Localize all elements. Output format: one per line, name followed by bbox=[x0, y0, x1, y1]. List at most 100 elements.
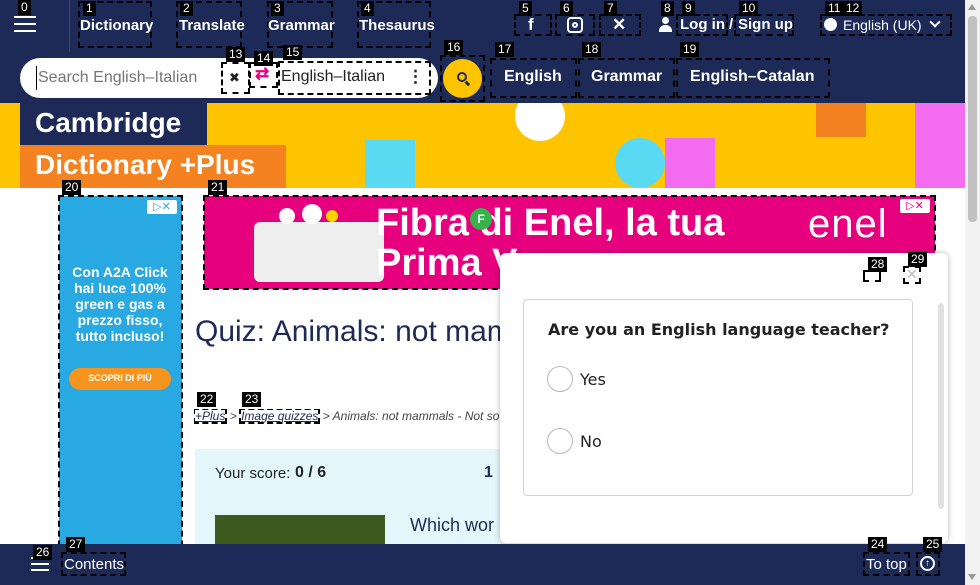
left-ad-button[interactable]: SCOPRI DI PIÙ bbox=[69, 368, 171, 390]
dict-tab-grammar[interactable]: Grammar bbox=[578, 58, 675, 98]
nav-translate-label: Translate bbox=[179, 17, 245, 34]
index-tag: 19 bbox=[680, 42, 700, 57]
index-tag: 3 bbox=[271, 1, 284, 16]
brand-dictionary-plus: Dictionary +Plus bbox=[35, 149, 256, 180]
dict-tab-english-label: English bbox=[504, 68, 562, 85]
index-tag: 24 bbox=[868, 537, 888, 552]
index-tag: 1 bbox=[83, 1, 96, 16]
globe-icon bbox=[824, 18, 837, 31]
quiz-panel: Your score: 0 / 6 1 Which wor bbox=[195, 449, 505, 544]
popup-close-button[interactable]: ✕ bbox=[903, 266, 921, 284]
index-tag: 15 bbox=[283, 45, 303, 60]
left-ad[interactable]: ▷✕ Con A2A Click hai luce 100% green e g… bbox=[58, 195, 183, 585]
breadcrumb-separator: > bbox=[229, 409, 237, 423]
login-link[interactable]: Log in bbox=[676, 14, 728, 36]
flowers-image bbox=[274, 202, 344, 226]
language-selector[interactable]: English (UK) bbox=[820, 14, 952, 36]
question-number: 1 bbox=[484, 464, 493, 481]
index-tag: 20 bbox=[62, 180, 82, 195]
left-ad-button-label: SCOPRI DI PIÙ bbox=[88, 373, 152, 383]
decor-pink-block bbox=[915, 103, 965, 188]
top-ad-text-line2: Prima V bbox=[376, 242, 518, 284]
search-button[interactable] bbox=[440, 55, 485, 102]
bottom-bar: Contents To top ↑ bbox=[0, 544, 965, 585]
index-tag: 10 bbox=[739, 1, 759, 16]
index-tag: 17 bbox=[495, 42, 515, 57]
decor-white-circle bbox=[515, 103, 565, 141]
index-tag: 11 bbox=[825, 1, 844, 16]
menu-icon[interactable] bbox=[14, 14, 36, 34]
index-tag: 13 bbox=[226, 47, 246, 62]
contents-link[interactable]: Contents bbox=[61, 552, 126, 576]
decor-pink-square bbox=[665, 138, 715, 188]
top-ad-badge: F bbox=[470, 208, 492, 230]
index-tag: 28 bbox=[868, 257, 888, 272]
close-icon: ✕ bbox=[906, 266, 918, 282]
more-options-icon: ⋮ bbox=[407, 67, 424, 86]
index-tag: 5 bbox=[519, 1, 532, 16]
popup-info-button[interactable] bbox=[863, 270, 881, 282]
left-ad-text: Con A2A Click hai luce 100% green e gas … bbox=[72, 264, 168, 344]
to-top-label: To top bbox=[866, 556, 907, 573]
top-ad-text-line1: Fibra di Enel, la tua bbox=[376, 202, 725, 244]
index-tag: 0 bbox=[18, 0, 31, 15]
instagram-link[interactable] bbox=[555, 14, 595, 36]
to-top-button[interactable]: ↑ bbox=[916, 552, 940, 576]
dict-tab-grammar-label: Grammar bbox=[591, 68, 663, 85]
facebook-link[interactable]: f bbox=[514, 14, 552, 36]
login-label: Log in bbox=[680, 16, 725, 33]
to-top-link[interactable]: To top bbox=[863, 552, 910, 576]
nav-grammar-label: Grammar bbox=[268, 17, 335, 34]
search-bar-row: ✖ ⇄ English–Italian ⋮ English Grammar En… bbox=[0, 52, 965, 103]
x-twitter-link[interactable]: ✕ bbox=[599, 14, 641, 36]
popup-scrollbar-thumb[interactable] bbox=[938, 303, 944, 509]
index-tag: 16 bbox=[444, 40, 464, 55]
radio-no[interactable] bbox=[547, 428, 573, 454]
signup-link[interactable]: Sign up bbox=[734, 14, 794, 36]
index-tag: 4 bbox=[361, 1, 374, 16]
breadcrumb-plus-link[interactable]: +Plus bbox=[194, 409, 228, 424]
page-scrollbar[interactable] bbox=[965, 0, 980, 585]
brand-banner: Cambridge Dictionary +Plus bbox=[0, 103, 965, 188]
nav-dictionary-label: Dictionary bbox=[80, 17, 154, 34]
index-tag: 9 bbox=[682, 1, 695, 16]
option-yes-label: Yes bbox=[580, 370, 606, 389]
ad-choices-icon[interactable]: ▷✕ bbox=[900, 199, 930, 213]
score-label: Your score: bbox=[215, 465, 291, 482]
close-icon: ✖ bbox=[229, 70, 240, 85]
survey-question: Are you an English language teacher? bbox=[548, 320, 890, 339]
index-tag: 2 bbox=[180, 1, 193, 16]
breadcrumb-image-quizzes-link[interactable]: Image quizzes bbox=[239, 409, 321, 424]
brand-cambridge: Cambridge bbox=[35, 107, 182, 138]
search-input[interactable] bbox=[36, 66, 222, 90]
language-pair-selector[interactable]: English–Italian ⋮ bbox=[278, 61, 431, 95]
dict-tab-english-catalan-label: English–Catalan bbox=[690, 68, 815, 85]
index-tag: 6 bbox=[560, 1, 573, 16]
score-value: 0 / 6 bbox=[295, 464, 327, 481]
index-tag: 25 bbox=[923, 537, 943, 552]
user-icon bbox=[659, 17, 672, 32]
nav-divider bbox=[69, 0, 70, 52]
quiz-image bbox=[215, 515, 385, 544]
decor-orange-square bbox=[816, 103, 866, 137]
signup-label: Sign up bbox=[738, 16, 793, 33]
radio-yes[interactable] bbox=[547, 366, 573, 392]
scrollbar-thumb[interactable] bbox=[968, 16, 977, 222]
scroll-down-arrow[interactable] bbox=[968, 574, 976, 580]
language-label: English (UK) bbox=[843, 17, 922, 33]
index-tag: 22 bbox=[197, 392, 217, 407]
instagram-icon bbox=[567, 17, 583, 33]
language-pair-label: English–Italian bbox=[281, 68, 386, 85]
survey-card: Are you an English language teacher? Yes… bbox=[523, 299, 913, 496]
swap-languages-button[interactable]: ⇄ bbox=[249, 62, 278, 88]
teacher-survey-popup: ✕ Are you an English language teacher? Y… bbox=[500, 253, 948, 543]
clear-search-button[interactable]: ✖ bbox=[221, 62, 250, 94]
index-tag: 8 bbox=[661, 1, 674, 16]
ad-choices-icon[interactable]: ▷✕ bbox=[147, 200, 177, 214]
breadcrumb: +Plus > Image quizzes > Animals: not mam… bbox=[194, 409, 514, 425]
decor-cyan-square bbox=[365, 140, 415, 188]
option-no-label: No bbox=[580, 432, 602, 451]
dict-tab-english[interactable]: English bbox=[490, 58, 577, 98]
scroll-up-arrow[interactable] bbox=[968, 4, 976, 10]
dict-tab-english-catalan[interactable]: English–Catalan bbox=[676, 58, 830, 98]
